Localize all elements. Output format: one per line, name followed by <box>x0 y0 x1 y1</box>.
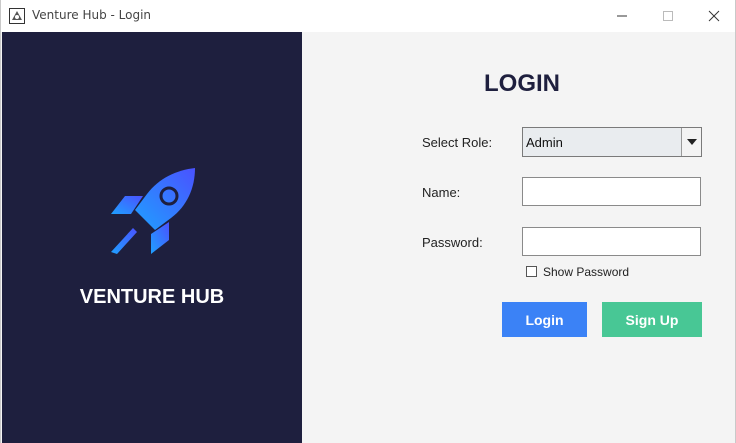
dropdown-arrow[interactable] <box>681 128 701 156</box>
minimize-icon <box>617 15 627 17</box>
brand-name: VENTURE HUB <box>79 286 225 308</box>
show-password-checkbox[interactable] <box>526 266 537 277</box>
close-button[interactable] <box>691 0 736 32</box>
minimize-button[interactable] <box>599 0 645 32</box>
password-field[interactable] <box>522 227 701 256</box>
window-title: Venture Hub - Login <box>32 8 152 22</box>
maximize-icon <box>663 11 673 21</box>
app-icon <box>9 8 25 24</box>
name-field[interactable] <box>522 177 701 206</box>
password-label: Password: <box>422 235 483 250</box>
signup-button[interactable]: Sign Up <box>602 302 702 337</box>
rocket-icon <box>111 168 195 254</box>
close-icon <box>708 10 720 22</box>
role-select[interactable]: Admin <box>522 127 702 157</box>
login-heading: LOGIN <box>484 70 560 97</box>
maximize-button[interactable] <box>645 0 691 32</box>
name-label: Name: <box>422 185 461 200</box>
login-button[interactable]: Login <box>502 302 587 337</box>
chevron-down-icon <box>686 139 697 145</box>
title-bar[interactable]: Venture Hub - Login <box>1 0 735 32</box>
brand-panel: VENTURE HUB <box>2 32 302 443</box>
role-label: Select Role: <box>422 135 493 150</box>
app-window: Venture Hub - Login VENTURE HUB LOGIN Se… <box>0 0 736 443</box>
show-password-label[interactable]: Show Password <box>543 265 629 279</box>
role-select-value: Admin <box>526 135 563 150</box>
